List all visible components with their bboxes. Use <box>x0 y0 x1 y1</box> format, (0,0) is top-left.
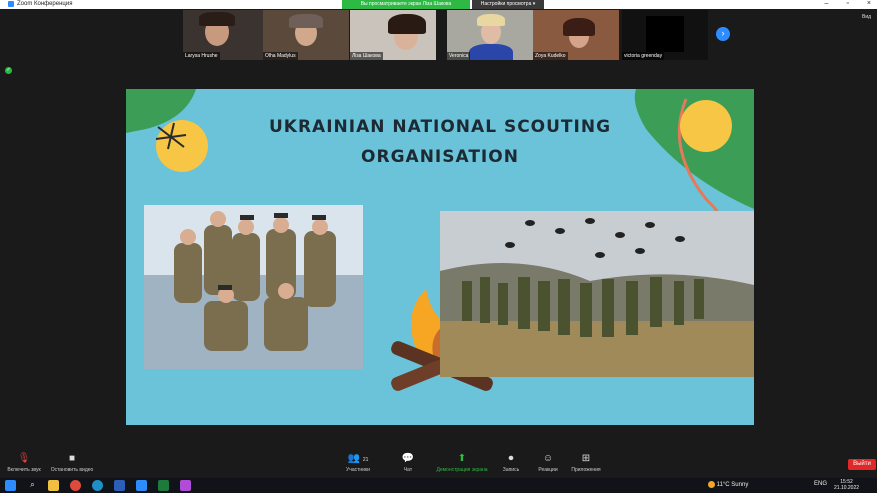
clock[interactable]: 15:52 21.10.2022 <box>834 479 859 491</box>
participant-hair <box>563 18 595 36</box>
photo-scouts-in-water <box>144 205 363 369</box>
participant-tile[interactable]: Larysa Hrushe <box>183 10 269 60</box>
participant-name: Ліза Шакова <box>350 52 383 60</box>
participant-tile[interactable]: Ліза Шакова <box>350 10 436 60</box>
stop-video-button[interactable]: ■ Остановить видео <box>48 453 96 473</box>
excel-icon[interactable] <box>158 480 169 491</box>
view-options-button[interactable]: Настройки просмотра ▾ <box>472 0 544 9</box>
language-indicator[interactable]: ENG <box>814 481 827 487</box>
photo-scouts-throwing-hats-image <box>440 211 754 377</box>
participants-label: Участники <box>346 467 370 473</box>
reactions-label: Реакции <box>538 467 558 473</box>
slide-title-line-2: ORGANISATION <box>361 147 519 167</box>
participant-hair <box>199 12 235 26</box>
participant-name: victoria greenday <box>622 52 665 60</box>
windows-taskbar: ⌕ 11°C Sunny ENG 15:52 21.10.2022 <box>0 478 877 493</box>
stop-video-label: Остановить видео <box>50 467 94 473</box>
viewing-banner: Вы просматриваете экран Ліза Шакова <box>342 0 470 9</box>
side-view-label: Вид <box>862 14 872 20</box>
participant-name: Larysa Hrushe <box>183 52 220 60</box>
people-icon: 👥 21 <box>347 453 369 464</box>
shield-icon[interactable]: ✓ <box>5 67 12 74</box>
leave-button[interactable]: Выйти <box>848 459 876 470</box>
participant-tile[interactable]: victoria greenday <box>622 10 708 60</box>
maximize-icon[interactable]: ▫ <box>846 0 848 7</box>
file-explorer-icon[interactable] <box>48 480 59 491</box>
weather-text: 11°C Sunny <box>716 482 749 489</box>
edge-icon[interactable] <box>92 480 103 491</box>
chat-button[interactable]: 💬 Чат <box>396 453 420 473</box>
participant-hair <box>388 14 426 34</box>
windows-start-icon[interactable] <box>5 480 16 491</box>
participant-tile[interactable]: Zoya Kudelko <box>533 10 619 60</box>
apps-label: Приложения <box>571 467 601 473</box>
zoom-logo-icon <box>8 1 14 7</box>
share-screen-label: Демонстрация экрана <box>436 467 488 473</box>
participants-button[interactable]: 👥 21 Участники <box>340 453 376 473</box>
photo-scouts-in-water-image <box>144 205 363 369</box>
clock-date: 21.10.2022 <box>834 485 860 491</box>
zoom-taskbar-icon[interactable] <box>136 480 147 491</box>
weather-widget[interactable]: 11°C Sunny <box>708 481 748 488</box>
participant-hair <box>477 14 505 26</box>
shared-screen-slide: UKRAINIAN NATIONAL SCOUTING ORGANISATION <box>126 89 754 425</box>
participant-avatar-blank <box>646 16 684 52</box>
smiley-icon: ☺ <box>542 453 554 464</box>
search-icon[interactable]: ⌕ <box>27 480 38 491</box>
meeting-toolbar: 🎙 Включить звук ■ Остановить видео 👥 21 … <box>0 451 877 478</box>
participant-name: Zoya Kudelko <box>533 52 568 60</box>
video-camera-icon: ■ <box>68 453 76 464</box>
view-options-label: Настройки просмотра <box>480 1 532 7</box>
participant-jacket <box>469 44 513 60</box>
unmute-button[interactable]: 🎙 Включить звук <box>4 453 44 473</box>
chat-icon: 💬 <box>401 453 415 464</box>
minimize-icon[interactable]: – <box>825 0 829 7</box>
apps-icon: ⊞ <box>581 453 591 464</box>
window-title: Zoom Конференция <box>17 1 73 7</box>
participant-hair <box>289 14 323 28</box>
chevron-right-icon: › <box>721 28 725 38</box>
slide-title-line-1: UKRAINIAN NATIONAL SCOUTING <box>268 117 612 137</box>
record-button[interactable]: ⏺ Запись <box>498 453 524 473</box>
share-screen-button[interactable]: ⬆ Демонстрация экрана <box>430 453 494 473</box>
share-screen-icon: ⬆ <box>457 453 467 464</box>
reactions-button[interactable]: ☺ Реакции <box>534 453 562 473</box>
next-page-button[interactable]: › <box>716 27 730 41</box>
record-label: Запись <box>502 467 520 473</box>
chrome-icon[interactable] <box>70 480 81 491</box>
chat-label: Чат <box>403 467 413 473</box>
apps-button[interactable]: ⊞ Приложения <box>568 453 604 473</box>
participant-tile[interactable]: Olha Madylus <box>263 10 349 60</box>
viber-icon[interactable] <box>180 480 191 491</box>
participant-name: Olha Madylus <box>263 52 298 60</box>
record-icon: ⏺ <box>508 453 514 464</box>
sun-icon <box>708 481 715 488</box>
close-icon[interactable]: × <box>867 0 871 7</box>
mic-muted-icon: 🎙 <box>17 453 31 464</box>
participant-strip: Larysa Hrushe Olha Madylus Ліза Шакова V… <box>0 9 877 62</box>
word-icon[interactable] <box>114 480 125 491</box>
participant-tile[interactable]: Veronica <box>447 10 533 60</box>
app-title: Zoom Конференция <box>8 1 72 7</box>
unmute-label: Включить звук <box>7 467 41 473</box>
photo-scouts-throwing-hats <box>440 211 754 377</box>
participant-name: Veronica <box>447 52 471 60</box>
participants-count: 21 <box>362 457 369 463</box>
window-controls: – ▫ × <box>825 0 871 7</box>
